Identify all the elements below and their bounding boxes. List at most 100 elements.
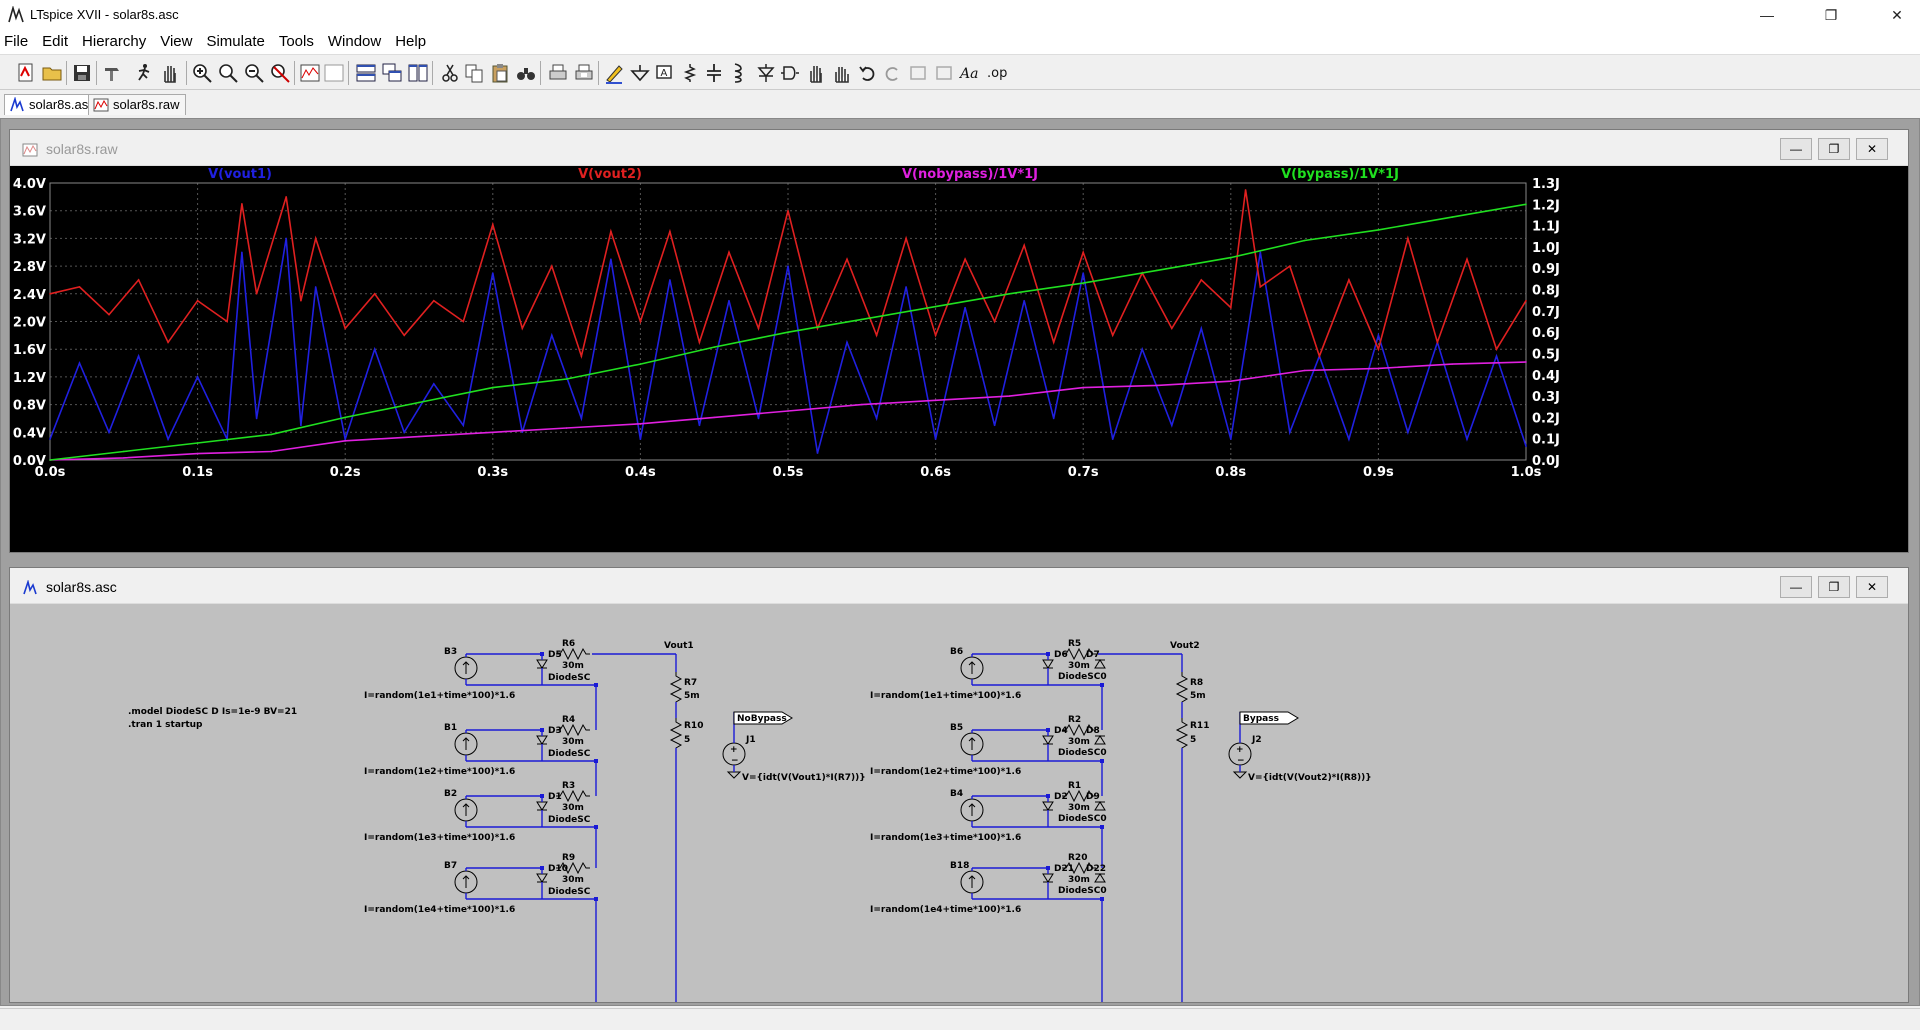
- menu-edit[interactable]: Edit: [35, 30, 75, 54]
- save-icon[interactable]: [70, 61, 94, 85]
- waveform-icon: [22, 143, 38, 157]
- marker-icon[interactable]: [322, 61, 346, 85]
- data-point: [1082, 386, 1084, 389]
- data-point: [285, 237, 287, 240]
- diode-label: D2: [1054, 792, 1068, 802]
- zoom-out-icon[interactable]: [242, 61, 266, 85]
- redo-icon[interactable]: [880, 61, 904, 85]
- net-flag-label: NoBypass: [737, 714, 787, 724]
- data-point: [787, 331, 789, 333]
- tab-waveform[interactable]: solar8s.raw: [88, 94, 187, 115]
- data-point: [1156, 269, 1158, 272]
- source-expression: I=random(1e3+time*100)*1.6: [870, 833, 1021, 843]
- data-point: [1008, 395, 1011, 397]
- drag-hand-icon[interactable]: [830, 61, 854, 85]
- plot-minimize-button[interactable]: —: [1780, 138, 1812, 160]
- resistor-label: R8: [1190, 678, 1203, 688]
- print-icon[interactable]: [546, 61, 570, 85]
- restore-button[interactable]: ❐: [1808, 0, 1854, 30]
- menu-file[interactable]: File: [0, 30, 35, 54]
- menu-tools[interactable]: Tools: [272, 30, 321, 54]
- undo-icon[interactable]: [856, 61, 880, 85]
- schematic-minimize-button[interactable]: —: [1780, 576, 1812, 598]
- plot-restore-button[interactable]: ❐: [1818, 138, 1850, 160]
- data-point: [551, 334, 553, 337]
- source-label: J2: [1251, 735, 1262, 745]
- diode-icon[interactable]: [754, 61, 778, 85]
- data-point: [432, 299, 435, 302]
- data-point: [196, 452, 199, 455]
- plot-close-button[interactable]: ✕: [1856, 138, 1888, 160]
- resistor-icon[interactable]: [678, 61, 702, 85]
- diode-model-label: DiodeSC: [548, 749, 591, 759]
- zoom-fit-icon[interactable]: [268, 61, 292, 85]
- waveform-plot[interactable]: 0.0s 0.1s 0.2s 0.3s 0.4s 0.5s 0.6s 0.7s 0.8s 0.9s…: [10, 166, 1908, 552]
- tile-vertical-icon[interactable]: [406, 61, 430, 85]
- data-point: [610, 230, 612, 233]
- text-icon[interactable]: Aa: [958, 61, 982, 85]
- toolbar-separator: [598, 61, 599, 85]
- control-panel-hammer-icon[interactable]: [100, 61, 124, 85]
- menu-help[interactable]: Help: [388, 30, 433, 54]
- cascade-icon[interactable]: [380, 61, 404, 85]
- schematic-close-button[interactable]: ✕: [1856, 576, 1888, 598]
- halt-hand-icon[interactable]: [158, 61, 182, 85]
- print-preview-icon[interactable]: [572, 61, 596, 85]
- spice-directive-icon[interactable]: .op: [984, 61, 1008, 85]
- resistor-value: 5m: [1190, 691, 1206, 701]
- document-tabs: solar8s.asc solar8s.raw: [0, 92, 1920, 116]
- data-point: [255, 293, 258, 295]
- find-binoculars-icon[interactable]: [514, 61, 538, 85]
- schematic-icon: [23, 580, 37, 595]
- menu-hierarchy[interactable]: Hierarchy: [75, 30, 153, 54]
- zoom-in-icon[interactable]: [190, 61, 214, 85]
- data-point: [285, 196, 287, 198]
- diode-label: D6: [1054, 650, 1068, 660]
- open-folder-icon[interactable]: [40, 61, 64, 85]
- data-point: [1377, 334, 1380, 337]
- source-expression: I=random(1e1+time*100)*1.6: [364, 691, 515, 701]
- resistor-label: R4: [562, 715, 575, 725]
- mirror-icon[interactable]: [932, 61, 956, 85]
- copy-icon[interactable]: [462, 61, 486, 85]
- toolbar-separator: [540, 61, 541, 85]
- diode-label: D4: [1054, 726, 1068, 736]
- tab-label: solar8s.asc: [29, 97, 95, 112]
- new-schematic-icon[interactable]: [14, 61, 38, 85]
- minimize-button[interactable]: —: [1744, 0, 1790, 30]
- data-point: [934, 399, 937, 402]
- menu-window[interactable]: Window: [321, 30, 388, 54]
- paste-icon[interactable]: [488, 61, 512, 85]
- resistor-value: 5: [684, 735, 690, 745]
- schematic-window: solar8s.asc — ❐ ✕ .model DiodeSC D Is=1e…: [9, 567, 1909, 1003]
- menu-simulate[interactable]: Simulate: [199, 30, 271, 54]
- data-point: [108, 313, 110, 316]
- label-net-icon[interactable]: A: [652, 61, 676, 85]
- schematic-restore-button[interactable]: ❐: [1818, 576, 1850, 598]
- tile-horizontal-icon[interactable]: [354, 61, 378, 85]
- cut-scissors-icon[interactable]: [438, 61, 462, 85]
- mdi-workspace: solar8s.raw — ❐ ✕ 0.0s 0.1s 0.2s 0.3s 0.4s 0.…: [0, 118, 1920, 1006]
- rotate-icon[interactable]: [906, 61, 930, 85]
- svg-text:Aa: Aa: [959, 66, 978, 82]
- move-hand-icon[interactable]: [804, 61, 828, 85]
- data-point: [1244, 189, 1247, 191]
- autorange-icon[interactable]: [298, 61, 322, 85]
- ground-icon[interactable]: [628, 61, 652, 85]
- data-point: [1111, 438, 1114, 441]
- run-simulation-icon[interactable]: [132, 61, 156, 85]
- data-point: [270, 433, 273, 436]
- draw-wire-pencil-icon[interactable]: [602, 61, 626, 85]
- data-point: [993, 320, 996, 323]
- zoom-pan-icon[interactable]: [216, 61, 240, 85]
- data-point: [580, 417, 583, 420]
- menu-view[interactable]: View: [153, 30, 199, 54]
- close-button[interactable]: ✕: [1874, 0, 1920, 30]
- inductor-icon[interactable]: [726, 61, 750, 85]
- component-icon[interactable]: [778, 61, 802, 85]
- schematic-canvas[interactable]: .model DiodeSC D Is=1e-9 BV=21 .tran 1 st…: [10, 604, 1908, 1002]
- data-point: [757, 327, 760, 330]
- capacitor-icon[interactable]: [702, 61, 726, 85]
- resistor-value: 30m: [562, 875, 584, 885]
- resistor-value: 30m: [1068, 737, 1090, 747]
